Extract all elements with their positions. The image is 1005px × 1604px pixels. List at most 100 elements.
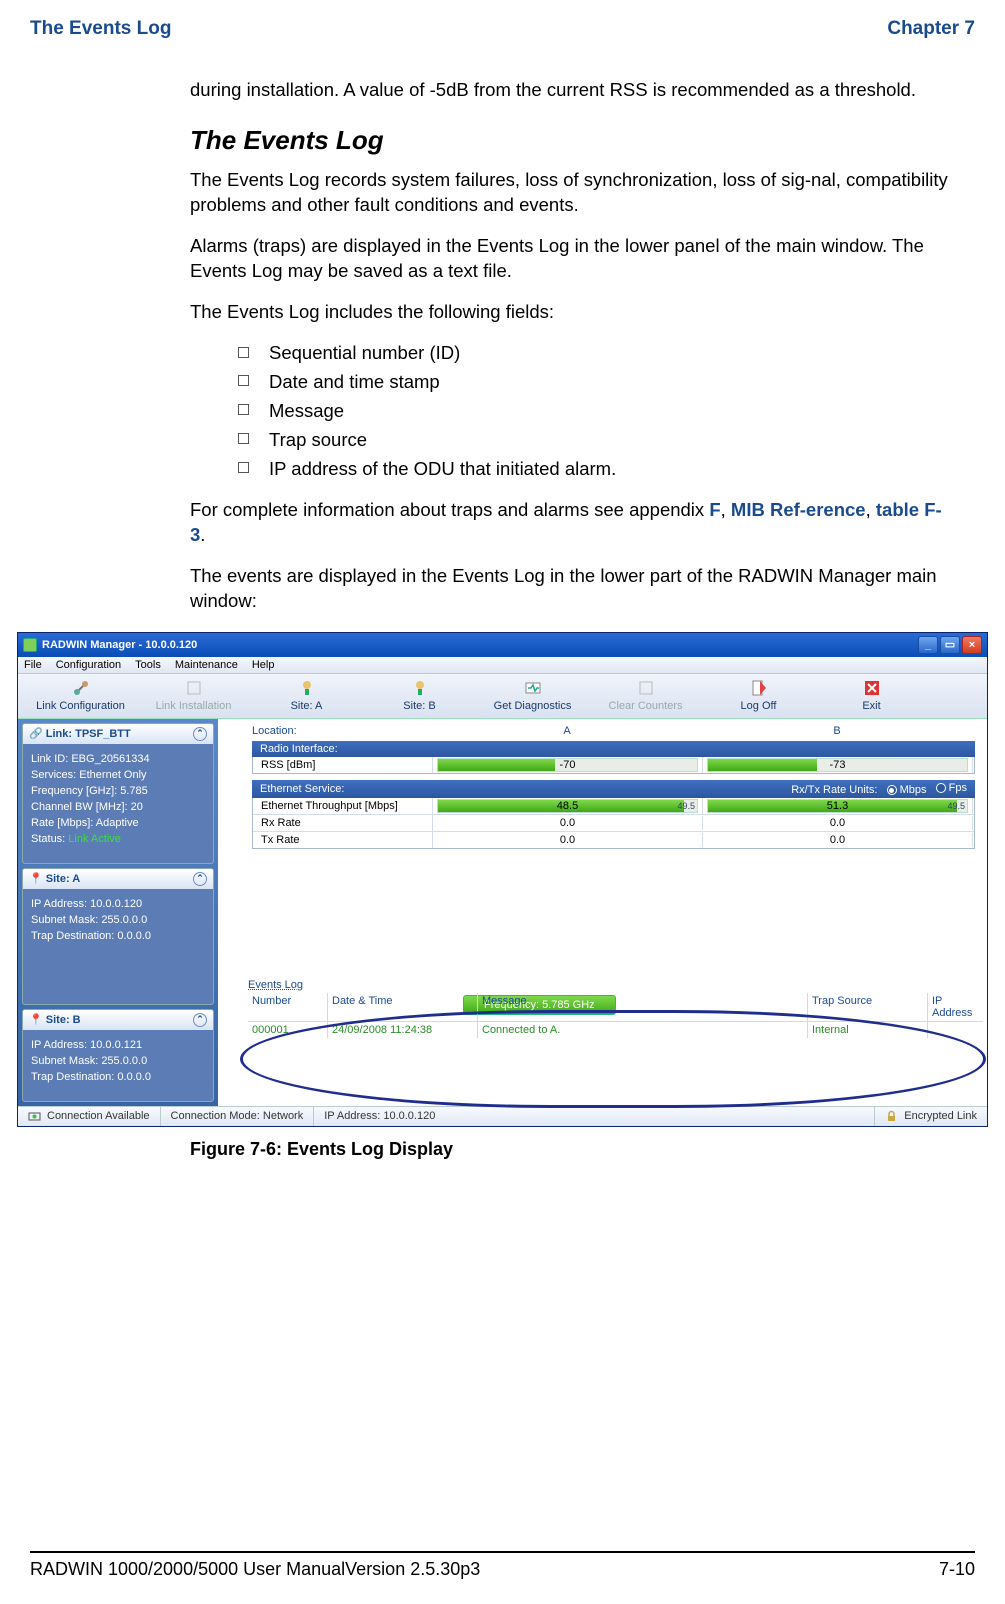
event-message: Connected to A.	[478, 1022, 808, 1038]
link-config-icon	[71, 678, 91, 698]
para-5: The events are displayed in the Events L…	[190, 564, 957, 614]
page-footer: RADWIN 1000/2000/5000 User ManualVersion…	[30, 1551, 975, 1580]
menu-help[interactable]: Help	[252, 659, 275, 671]
figure-caption: Figure 7-6: Events Log Display	[190, 1139, 975, 1160]
sidebar-site-b-header[interactable]: 📍 Site: B ⌃	[23, 1010, 213, 1030]
event-datetime: 24/09/2008 11:24:38	[328, 1022, 478, 1038]
status-connection: Connection Available	[18, 1107, 161, 1126]
column-b-header: B	[702, 725, 972, 737]
link-icon: 🔗	[29, 728, 43, 740]
link-configuration-button[interactable]: Link Configuration	[28, 678, 133, 712]
site-icon	[410, 678, 430, 698]
link-install-icon	[184, 678, 204, 698]
sidebar-row: Channel BW [MHz]: 20	[31, 801, 205, 813]
link-installation-button: Link Installation	[141, 678, 246, 712]
rate-units-mbps[interactable]: Mbps	[887, 784, 927, 796]
field-item: Trap source	[269, 429, 367, 450]
sidebar-row: Link ID: EBG_20561334	[31, 753, 205, 765]
site-icon: 📍	[29, 1014, 43, 1026]
toolbar-label: Get Diagnostics	[494, 700, 572, 712]
rss-value-a: -70	[560, 759, 576, 771]
event-number: 000001	[248, 1022, 328, 1038]
menu-bar: File Configuration Tools Maintenance Hel…	[18, 657, 987, 674]
menu-tools[interactable]: Tools	[135, 659, 161, 671]
sidebar-row: Rate [Mbps]: Adaptive	[31, 817, 205, 829]
site-b-button[interactable]: Site: B	[367, 678, 472, 712]
sidebar-link-header[interactable]: 🔗 Link: TPSF_BTT ⌃	[23, 724, 213, 744]
sidebar-site-b-card: 📍 Site: B ⌃ IP Address: 10.0.0.121 Subne…	[22, 1009, 214, 1102]
radio-interface-header: Radio Interface:	[252, 741, 975, 757]
app-icon	[23, 638, 37, 652]
field-list: Sequential number (ID) Date and time sta…	[238, 341, 957, 482]
status-ip: IP Address: 10.0.0.120	[314, 1107, 875, 1126]
log-off-button[interactable]: Log Off	[706, 678, 811, 712]
link-appendix-f[interactable]: F	[709, 499, 720, 520]
sidebar-site-a-header[interactable]: 📍 Site: A ⌃	[23, 869, 213, 889]
bullet-icon	[238, 462, 249, 473]
menu-file[interactable]: File	[24, 659, 42, 671]
throughput-value-a: 48.5	[557, 800, 578, 812]
rate-units-fps[interactable]: Fps	[936, 782, 967, 794]
collapse-icon[interactable]: ⌃	[193, 1013, 207, 1027]
window-titlebar[interactable]: RADWIN Manager - 10.0.0.120 _ ▭ ×	[18, 633, 987, 657]
para-2: Alarms (traps) are displayed in the Even…	[190, 234, 957, 284]
sidebar-row: Services: Ethernet Only	[31, 769, 205, 781]
throughput-bar-b: 51.3 49.5	[707, 799, 968, 813]
sidebar-row: IP Address: 10.0.0.120	[31, 898, 205, 910]
sidebar-row: Frequency [GHz]: 5.785	[31, 785, 205, 797]
location-label: Location:	[252, 725, 432, 737]
menu-maintenance[interactable]: Maintenance	[175, 659, 238, 671]
collapse-icon[interactable]: ⌃	[193, 872, 207, 886]
events-log-row[interactable]: 000001 24/09/2008 11:24:38 Connected to …	[248, 1022, 983, 1038]
get-diagnostics-button[interactable]: Get Diagnostics	[480, 678, 585, 712]
rx-rate-a: 0.0	[433, 816, 703, 830]
tx-rate-label: Tx Rate	[253, 832, 433, 848]
connection-icon	[28, 1110, 41, 1123]
site-a-button[interactable]: Site: A	[254, 678, 359, 712]
events-col-datetime[interactable]: Date & Time	[328, 993, 478, 1021]
events-col-message[interactable]: Message	[478, 993, 808, 1021]
column-a-header: A	[432, 725, 702, 737]
throughput-value-b: 51.3	[827, 800, 848, 812]
intro-paragraph: during installation. A value of -5dB fro…	[190, 78, 957, 103]
toolbar-label: Clear Counters	[609, 700, 683, 712]
status-bar: Connection Available Connection Mode: Ne…	[18, 1106, 987, 1126]
toolbar-label: Log Off	[741, 700, 777, 712]
log-off-icon	[749, 678, 769, 698]
rss-label: RSS [dBm]	[253, 757, 433, 773]
diagnostics-icon	[523, 678, 543, 698]
clear-counters-icon	[636, 678, 656, 698]
rx-rate-label: Rx Rate	[253, 815, 433, 831]
lock-icon	[885, 1110, 898, 1123]
site-icon: 📍	[29, 873, 43, 885]
menu-configuration[interactable]: Configuration	[56, 659, 121, 671]
events-col-ip[interactable]: IP Address	[928, 993, 983, 1021]
close-button[interactable]: ×	[962, 636, 982, 654]
minimize-button[interactable]: _	[918, 636, 938, 654]
sidebar-link-card: 🔗 Link: TPSF_BTT ⌃ Link ID: EBG_20561334…	[22, 723, 214, 864]
events-col-trapsource[interactable]: Trap Source	[808, 993, 928, 1021]
bullet-icon	[238, 404, 249, 415]
field-item: Message	[269, 400, 344, 421]
exit-button[interactable]: Exit	[819, 678, 924, 712]
status-mode: Connection Mode: Network	[161, 1107, 315, 1126]
sidebar: 🔗 Link: TPSF_BTT ⌃ Link ID: EBG_20561334…	[18, 719, 218, 1106]
sidebar-status: Status: Link Active	[31, 833, 205, 845]
events-col-number[interactable]: Number	[248, 993, 328, 1021]
toolbar-label: Link Configuration	[36, 700, 125, 712]
footer-right: 7-10	[939, 1559, 975, 1580]
bullet-icon	[238, 347, 249, 358]
rss-bar-b: -73	[707, 758, 968, 772]
sidebar-row: IP Address: 10.0.0.121	[31, 1039, 205, 1051]
radwin-manager-window: RADWIN Manager - 10.0.0.120 _ ▭ × File C…	[17, 632, 988, 1127]
event-ip	[928, 1022, 983, 1038]
para-1: The Events Log records system failures, …	[190, 168, 957, 218]
sidebar-row: Subnet Mask: 255.0.0.0	[31, 1055, 205, 1067]
maximize-button[interactable]: ▭	[940, 636, 960, 654]
sidebar-row: Trap Destination: 0.0.0.0	[31, 930, 205, 942]
toolbar-label: Exit	[862, 700, 880, 712]
running-head-right: Chapter 7	[887, 18, 975, 40]
collapse-icon[interactable]: ⌃	[193, 727, 207, 741]
link-mib-reference[interactable]: MIB Ref-erence	[731, 499, 866, 520]
field-item: IP address of the ODU that initiated ala…	[269, 458, 616, 479]
